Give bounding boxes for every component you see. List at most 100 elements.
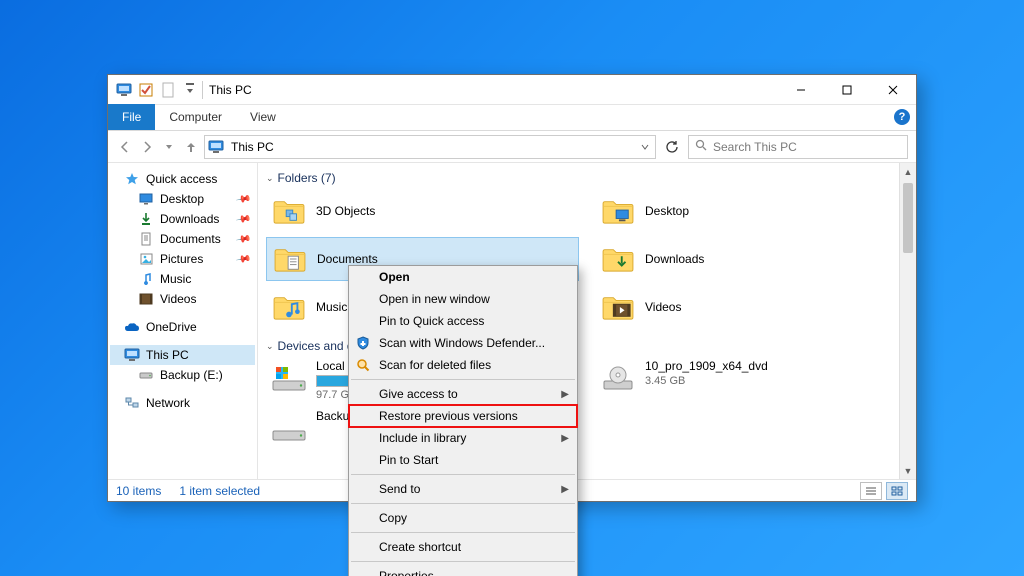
back-button[interactable] <box>116 138 134 156</box>
sidebar-this-pc[interactable]: This PC <box>110 345 255 365</box>
folder-icon <box>271 240 309 278</box>
chevron-right-icon: ▶ <box>561 484 569 495</box>
pin-icon: 📌 <box>235 191 252 207</box>
sidebar-quick-access[interactable]: Quick access <box>110 169 255 189</box>
ctx-label: Include in library <box>379 431 466 445</box>
ribbon-tab-computer[interactable]: Computer <box>155 104 236 130</box>
ctx-scan-for-deleted-files[interactable]: Scan for deleted files <box>349 354 577 376</box>
sidebar-item-downloads[interactable]: Downloads📌 <box>110 209 255 229</box>
chevron-right-icon: ▶ <box>561 389 569 400</box>
details-view-button[interactable] <box>860 482 882 500</box>
help-icon[interactable]: ? <box>894 109 910 125</box>
close-button[interactable] <box>870 75 916 105</box>
navigation-pane: Quick access Desktop📌 Downloads📌 Documen… <box>108 163 258 479</box>
ctx-label: Create shortcut <box>379 540 461 554</box>
folders-section-header[interactable]: ⌄Folders (7) <box>266 171 908 185</box>
this-pc-icon[interactable] <box>114 80 134 100</box>
sidebar-backup-drive[interactable]: Backup (E:) <box>110 365 255 385</box>
ctx-label: Open <box>379 270 410 284</box>
ctx-pin-to-quick-access[interactable]: Pin to Quick access <box>349 310 577 332</box>
quick-access-toolbar <box>112 80 200 100</box>
ctx-copy[interactable]: Copy <box>349 507 577 529</box>
ribbon-tab-view[interactable]: View <box>236 104 290 130</box>
folder-icon <box>599 240 637 278</box>
sidebar-item-pictures[interactable]: Pictures📌 <box>110 249 255 269</box>
qat-dropdown-icon[interactable] <box>180 80 200 100</box>
new-folder-icon[interactable] <box>158 80 178 100</box>
chevron-right-icon: ▶ <box>561 433 569 444</box>
onedrive-icon <box>124 319 140 335</box>
ctx-label: Scan with Windows Defender... <box>379 336 545 350</box>
folder-icon <box>270 288 308 326</box>
disc-icon <box>599 359 637 397</box>
sidebar-onedrive[interactable]: OneDrive <box>110 317 255 337</box>
maximize-button[interactable] <box>824 75 870 105</box>
folder-3d-objects[interactable]: 3D Objects <box>266 189 579 233</box>
minimize-button[interactable] <box>778 75 824 105</box>
sidebar-item-videos[interactable]: Videos <box>110 289 255 309</box>
file-explorer-window: This PC File Computer View ? This PC <box>107 74 917 502</box>
drive-icon <box>270 359 308 397</box>
ctx-create-shortcut[interactable]: Create shortcut <box>349 536 577 558</box>
forward-button[interactable] <box>138 138 156 156</box>
ctx-include-in-library[interactable]: Include in library ▶ <box>349 427 577 449</box>
sidebar-item-label: Quick access <box>146 172 217 186</box>
address-dropdown-icon[interactable] <box>637 142 653 152</box>
ctx-label: Restore previous versions <box>379 409 518 423</box>
documents-icon <box>138 231 154 247</box>
folder-icon <box>599 192 637 230</box>
ctx-open[interactable]: Open <box>349 266 577 288</box>
ctx-properties[interactable]: Properties <box>349 565 577 576</box>
videos-icon <box>138 291 154 307</box>
sidebar-item-desktop[interactable]: Desktop📌 <box>110 189 255 209</box>
this-pc-icon <box>124 347 140 363</box>
recent-locations-button[interactable] <box>160 138 178 156</box>
sidebar-network[interactable]: Network <box>110 393 255 413</box>
shield-icon <box>355 335 371 351</box>
folder-label: Downloads <box>645 252 704 266</box>
folder-label: Desktop <box>645 204 689 218</box>
status-item-count: 10 items <box>116 484 161 498</box>
address-this-pc-icon <box>207 138 225 156</box>
scroll-thumb[interactable] <box>903 183 913 253</box>
properties-icon[interactable] <box>136 80 156 100</box>
search-box[interactable]: Search This PC <box>688 135 908 159</box>
sidebar-item-documents[interactable]: Documents📌 <box>110 229 255 249</box>
ribbon-file-tab[interactable]: File <box>108 104 155 130</box>
downloads-icon <box>138 211 154 227</box>
address-bar[interactable]: This PC <box>204 135 656 159</box>
folder-label: Documents <box>317 252 378 266</box>
ctx-open-in-new-window[interactable]: Open in new window <box>349 288 577 310</box>
folder-label: Music <box>316 300 347 314</box>
drive-icon <box>270 409 308 447</box>
pin-icon: 📌 <box>235 231 252 247</box>
scroll-down-icon[interactable]: ▼ <box>900 462 916 479</box>
drive-dvd[interactable]: 10_pro_1909_x64_dvd3.45 GB <box>595 357 908 403</box>
ctx-give-access-to[interactable]: Give access to▶ <box>349 383 577 405</box>
ctx-label: Properties <box>379 569 434 576</box>
search-placeholder: Search This PC <box>713 140 797 154</box>
music-icon <box>138 271 154 287</box>
drive-label: 10_pro_1909_x64_dvd <box>645 359 768 373</box>
ctx-label: Pin to Start <box>379 453 438 467</box>
folder-icon <box>599 288 637 326</box>
sidebar-item-music[interactable]: Music <box>110 269 255 289</box>
context-menu: Open Open in new windowPin to Quick acces… <box>348 265 578 576</box>
folder-downloads[interactable]: Downloads <box>595 237 908 281</box>
ctx-scan-with-windows-defender[interactable]: Scan with Windows Defender... <box>349 332 577 354</box>
pin-icon: 📌 <box>235 251 252 267</box>
ctx-send-to[interactable]: Send to▶ <box>349 478 577 500</box>
address-location: This PC <box>231 140 274 154</box>
tiles-view-button[interactable] <box>886 482 908 500</box>
ctx-pin-to-start[interactable]: Pin to Start <box>349 449 577 471</box>
pictures-icon <box>138 251 154 267</box>
folder-desktop[interactable]: Desktop <box>595 189 908 233</box>
refresh-button[interactable] <box>660 135 684 159</box>
magnifier-icon <box>355 357 371 373</box>
folder-videos[interactable]: Videos <box>595 285 908 329</box>
scroll-up-icon[interactable]: ▲ <box>900 163 916 180</box>
up-button[interactable] <box>182 138 200 156</box>
vertical-scrollbar[interactable]: ▲ ▼ <box>899 163 916 479</box>
chevron-down-icon: ⌄ <box>266 173 274 184</box>
ctx-restore-previous-versions[interactable]: Restore previous versions <box>349 405 577 427</box>
